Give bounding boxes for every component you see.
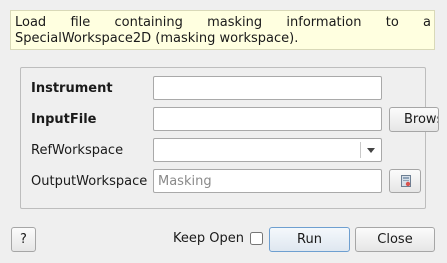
input-file-input[interactable] <box>153 107 382 131</box>
ref-workspace-select[interactable] <box>153 138 382 162</box>
input-file-label: InputFile <box>31 112 97 127</box>
keep-open-label: Keep Open <box>173 231 244 246</box>
description-line-2: SpecialWorkspace2D (masking workspace). <box>15 31 299 46</box>
output-workspace-input[interactable] <box>153 169 382 193</box>
instrument-label: Instrument <box>31 81 113 96</box>
select-divider <box>360 142 361 158</box>
algorithm-description: Load file containing masking information… <box>10 10 435 50</box>
run-button[interactable]: Run <box>269 227 350 252</box>
ref-workspace-label: RefWorkspace <box>31 143 124 158</box>
output-workspace-label: OutputWorkspace <box>31 174 148 189</box>
workspace-picker-icon <box>401 175 411 187</box>
workspace-picker-button[interactable] <box>389 169 421 193</box>
keep-open-checkbox[interactable] <box>250 232 263 245</box>
description-line-1: Load file containing masking information… <box>15 15 431 30</box>
instrument-input[interactable] <box>153 76 382 100</box>
browse-button[interactable]: Browse <box>389 107 439 132</box>
chevron-down-icon[interactable] <box>367 148 375 153</box>
close-button[interactable]: Close <box>355 227 435 252</box>
help-button[interactable]: ? <box>11 227 36 252</box>
